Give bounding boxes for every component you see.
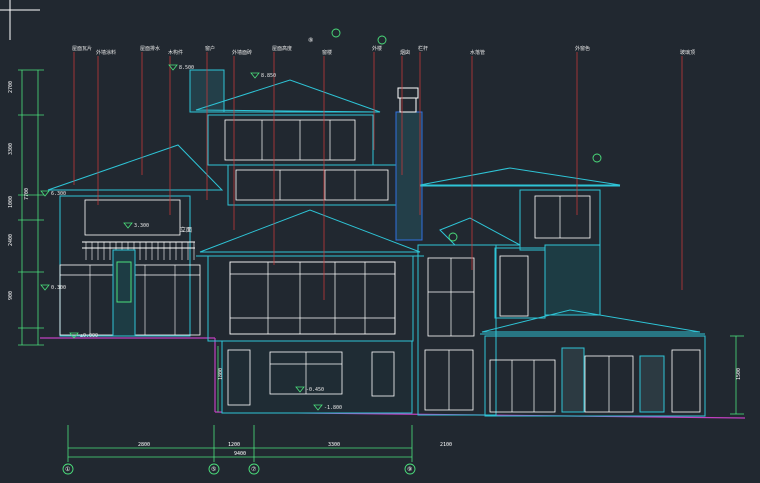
view-label: 立面 (180, 226, 192, 234)
top-label-7: 窗楼 (322, 49, 332, 56)
chimney-center (395, 87, 423, 241)
left-dimension-texts: 2700 3300 1000 2400 900 7700 (8, 81, 30, 300)
bottom-dimension-2: 3300 (328, 442, 340, 448)
top-label-1: 外墙涂料 (96, 49, 116, 56)
center-main-gable (196, 209, 424, 414)
ridge-tag: ⑧ (308, 37, 313, 44)
right-dimension-text: 1500 (736, 368, 742, 380)
left-dimension-4: 900 (8, 291, 14, 300)
cad-elevation-viewport[interactable]: 屋面瓦片 外墙涂料 屋面排水木构件 窗户外墙面砖 屋面高度窗楼 外楼烟囱 栏杆水落管 外窗色玻… (0, 0, 760, 479)
elevation-mark-0: 8.850 (250, 72, 276, 79)
elevation-mark-2: 6.300 (40, 190, 66, 197)
left-low-dimension-text: 1800 (218, 368, 224, 380)
section-marker-labels: ⑧ (308, 37, 313, 44)
svg-text:-0.450: -0.450 (306, 387, 324, 393)
left-dimension-3: 2400 (8, 234, 14, 246)
bottom-total-dimension: 9400 (234, 451, 246, 457)
cad-crosshair (0, 0, 40, 40)
svg-text:8.500: 8.500 (179, 65, 194, 71)
elevation-mark-3: 3.300 (123, 222, 149, 229)
left-dimension-1: 3300 (8, 143, 14, 155)
top-label-3: 木构件 (168, 49, 183, 56)
left-dimension-2: 1000 (8, 196, 14, 208)
right-wing (417, 167, 621, 416)
bottom-dimension-texts: 2800 1200 3300 2100 (138, 442, 452, 448)
top-label-10: 栏杆 (418, 45, 428, 52)
svg-text:⑦: ⑦ (251, 466, 256, 473)
svg-text:0.300: 0.300 (51, 285, 66, 291)
svg-text:⑨: ⑨ (407, 466, 412, 473)
top-label-8: 外楼 (372, 45, 382, 52)
top-label-12: 外窗色 (575, 45, 590, 52)
top-label-4: 窗户 (205, 45, 215, 52)
axis-bubbles: ① ⑤ ⑦ ⑨ (62, 463, 416, 475)
svg-text:-1.800: -1.800 (324, 405, 342, 411)
right-pavilion (480, 309, 706, 417)
section-markers (331, 28, 602, 242)
elevation-mark-4: 0.300 (40, 284, 66, 291)
top-label-5: 外墙面砖 (232, 49, 252, 56)
left-dimension-5: 7700 (24, 188, 30, 200)
top-label-0: 屋面瓦片 (72, 45, 92, 52)
svg-text:①: ① (65, 466, 70, 473)
svg-text:⑤: ⑤ (211, 466, 216, 473)
top-label-13: 玻璃顶 (680, 49, 695, 56)
svg-text:8.850: 8.850 (261, 73, 276, 79)
bottom-dimension-0: 2800 (138, 442, 150, 448)
elevation-drawing: 屋面瓦片外墙涂料 屋面排水木构件 窗户外墙面砖 屋面高度窗楼 外楼烟囱 栏杆水落管 外窗色玻… (0, 0, 746, 475)
axis-bubble-2: ⑦ (248, 463, 260, 475)
svg-text:±0.000: ±0.000 (80, 333, 98, 339)
axis-bubble-0: ① (62, 463, 74, 475)
elevation-mark-1: 8.500 (168, 64, 194, 71)
left-dimension-chain (18, 69, 44, 346)
bottom-dimension-3: 2100 (440, 442, 452, 448)
axis-bubble-1: ⑤ (208, 463, 220, 475)
svg-text:6.300: 6.300 (51, 191, 66, 197)
svg-text:3.300: 3.300 (134, 223, 149, 229)
center-tower (195, 79, 397, 206)
top-label-11: 水落管 (470, 49, 485, 56)
top-label-6: 屋面高度 (272, 45, 292, 52)
axis-bubble-3: ⑨ (404, 463, 416, 475)
annotation-labels: 屋面瓦片外墙涂料 屋面排水木构件 窗户外墙面砖 屋面高度窗楼 外楼烟囱 栏杆水落管 外窗色玻… (72, 45, 695, 56)
top-label-9: 烟囱 (400, 49, 410, 56)
left-dimension-0: 2700 (8, 81, 14, 93)
bottom-dimension-1: 1200 (228, 442, 240, 448)
top-label-2: 屋面排水 (140, 45, 160, 52)
